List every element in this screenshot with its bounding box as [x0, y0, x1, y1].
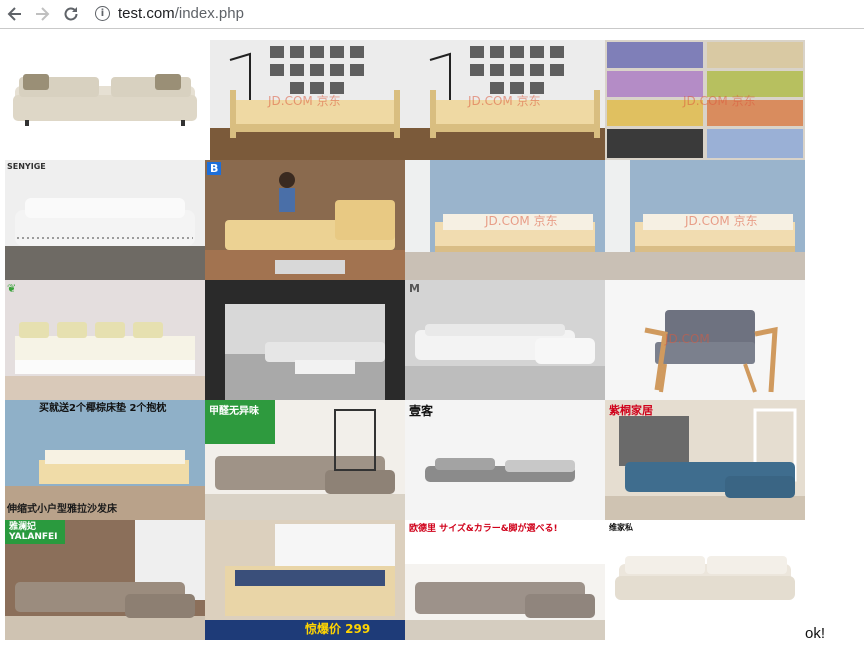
- brand-badge: 壹客: [409, 404, 434, 418]
- promo-text: 买就送2个椰棕床垫 2个抱枕: [39, 403, 167, 414]
- product-image-15[interactable]: 壹客: [405, 400, 605, 520]
- watermark: JD.COM 京东: [485, 214, 558, 228]
- watermark: JD.COM 京东: [268, 94, 341, 108]
- watermark: JD.COM 京东: [468, 94, 541, 108]
- arrow-right-icon: [36, 7, 50, 21]
- forward-button[interactable]: [31, 3, 53, 25]
- watermark: JD.COM 京东: [685, 214, 758, 228]
- info-icon[interactable]: i: [95, 6, 110, 21]
- product-image-5[interactable]: SENYIGE: [5, 160, 205, 280]
- product-image-19[interactable]: 欧德里 サイズ&カラー&脚が選べる!: [405, 520, 605, 640]
- product-image-7[interactable]: JD.COM 京东: [405, 160, 605, 280]
- product-image-8[interactable]: JD.COM 京东: [605, 160, 805, 280]
- brand-badge: 维家私: [609, 523, 633, 532]
- product-image-10[interactable]: [205, 280, 405, 400]
- product-image-16[interactable]: 紫桐家居: [605, 400, 805, 520]
- brand-badge: 雅澜妃 YALANFEI: [9, 522, 58, 542]
- url-path: /index.php: [174, 5, 244, 22]
- address-bar[interactable]: i test.com/index.php: [88, 2, 860, 25]
- product-image-4[interactable]: JD.COM 京东: [605, 40, 805, 160]
- brand-badge: B: [207, 162, 222, 175]
- product-image-20[interactable]: 维家私: [605, 520, 805, 640]
- brand-badge: 紫桐家居: [609, 404, 653, 417]
- product-image-12[interactable]: JD.COM: [605, 280, 805, 400]
- status-text: ok!: [805, 625, 826, 642]
- price-tag: 惊爆价 299: [305, 622, 371, 636]
- product-image-18[interactable]: 惊爆价 299: [205, 520, 405, 640]
- reload-button[interactable]: [60, 3, 82, 25]
- product-image-6[interactable]: B: [205, 160, 405, 280]
- promo-text: 甲醛无异味: [209, 406, 259, 417]
- product-image-2[interactable]: JD.COM 京东: [210, 40, 410, 160]
- watermark: JD.COM: [665, 332, 710, 346]
- promo-footer: 伸缩式小户型雅拉沙发床: [7, 504, 117, 515]
- product-image-3[interactable]: JD.COM 京东: [410, 40, 610, 160]
- promo-text: 欧德里 サイズ&カラー&脚が選べる!: [409, 524, 558, 534]
- brand-badge: M: [409, 282, 420, 295]
- reload-icon: [64, 7, 78, 21]
- product-image-17[interactable]: 雅澜妃 YALANFEI: [5, 520, 205, 640]
- url-text[interactable]: test.com/index.php: [118, 5, 244, 22]
- browser-toolbar: i test.com/index.php: [0, 0, 864, 29]
- product-image-9[interactable]: ❦: [5, 280, 205, 400]
- watermark: JD.COM 京东: [683, 94, 756, 108]
- brand-badge: SENYIGE: [7, 162, 46, 171]
- product-image-14[interactable]: 甲醛无异味: [205, 400, 405, 520]
- brand-badge: ❦: [7, 282, 17, 295]
- back-button[interactable]: [4, 3, 26, 25]
- product-image-11[interactable]: M: [405, 280, 605, 400]
- url-host: test.com: [118, 5, 175, 22]
- product-image-13[interactable]: 买就送2个椰棕床垫 2个抱枕 伸缩式小户型雅拉沙发床: [5, 400, 205, 520]
- arrow-left-icon: [7, 7, 21, 21]
- image-gallery: JD.COM 京东 JD.COM 京东 JD.COM 京东 SENYIGE B …: [5, 40, 805, 640]
- product-image-1[interactable]: [5, 40, 205, 160]
